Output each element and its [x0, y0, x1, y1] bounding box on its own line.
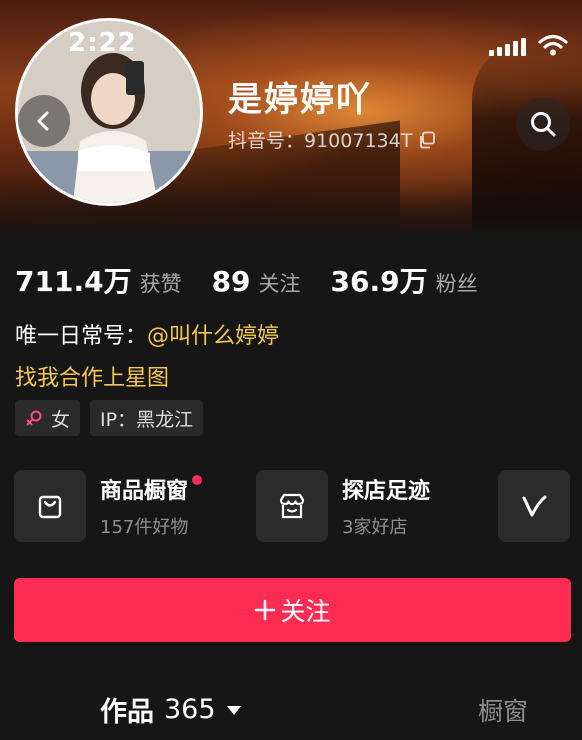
store-icon: [279, 493, 305, 519]
profile-tags: 女 IP：黑龙江: [15, 400, 204, 436]
caret-down-icon[interactable]: [226, 704, 242, 716]
ip-tag-label: IP：黑龙江: [100, 408, 194, 431]
profile-stats: 711.4万 获赞 89 关注 36.9万 粉丝: [15, 260, 508, 300]
bio-mention-link[interactable]: @叫什么婷婷: [147, 324, 279, 349]
signal-icon: [489, 38, 526, 56]
douyin-id-text: 抖音号：91007134T: [228, 130, 413, 152]
status-icons: [489, 34, 568, 56]
service-shop-window[interactable]: 商品橱窗 157件好物: [14, 470, 256, 542]
tab-shop-window[interactable]: 橱窗: [478, 692, 528, 728]
bio-line-2[interactable]: 找我合作上星图: [15, 360, 169, 392]
profile-tabs: 作品 365 橱窗: [0, 690, 582, 740]
stat-followers[interactable]: 36.9万 粉丝: [331, 260, 478, 300]
stat-likes-label: 获赞: [139, 272, 182, 296]
copy-icon[interactable]: [418, 131, 436, 149]
profile-name: 是婷婷吖: [228, 80, 372, 120]
stat-followers-label: 粉丝: [435, 272, 478, 296]
follow-button-label: 关注: [280, 597, 331, 626]
service-shop-window-title: 商品橱窗: [100, 479, 189, 504]
service-store-visits-title: 探店足迹: [342, 479, 431, 504]
shopping-bag-icon: [38, 495, 62, 519]
tab-works[interactable]: 作品 365: [100, 690, 242, 729]
service-store-visits[interactable]: 探店足迹 3家好店: [256, 470, 498, 542]
stat-likes: 711.4万 获赞: [15, 260, 182, 300]
stat-following-value: 89: [211, 265, 251, 298]
tab-works-count: 365: [164, 694, 216, 725]
search-button[interactable]: [516, 97, 570, 151]
chevron-left-icon: [37, 111, 49, 131]
service-entries: 商品橱窗 157件好物 探店足迹 3家好店: [14, 470, 578, 542]
search-icon: [531, 112, 556, 137]
shop-window-icon-box: [14, 470, 86, 542]
follow-button[interactable]: 关注: [14, 578, 571, 642]
douyin-id[interactable]: 抖音号：91007134T: [228, 126, 436, 153]
stat-followers-value: 36.9万: [330, 265, 428, 298]
stat-following[interactable]: 89 关注: [212, 265, 301, 298]
v-entry-icon-box: [498, 470, 570, 542]
bio-line-1: 唯一日常号：@叫什么婷婷: [15, 318, 279, 350]
wifi-icon: [538, 34, 568, 56]
stat-likes-value: 711.4万: [15, 265, 132, 298]
notification-dot: [192, 475, 203, 485]
back-button[interactable]: [18, 95, 70, 147]
female-icon: [26, 410, 42, 426]
status-time: 2:22: [68, 28, 137, 58]
v-logo-icon: [522, 495, 547, 517]
plus-icon: [255, 599, 276, 621]
ip-tag: IP：黑龙江: [90, 400, 204, 436]
store-visits-icon-box: [256, 470, 328, 542]
tab-works-label: 作品: [100, 697, 154, 728]
service-v-entry[interactable]: [498, 470, 578, 542]
gender-tag: 女: [15, 400, 81, 436]
stat-following-label: 关注: [258, 272, 301, 296]
gender-tag-label: 女: [51, 408, 71, 431]
bio-prefix: 唯一日常号：: [15, 324, 148, 349]
service-store-visits-subtitle: 3家好店: [342, 517, 408, 538]
service-shop-window-subtitle: 157件好物: [100, 517, 189, 538]
